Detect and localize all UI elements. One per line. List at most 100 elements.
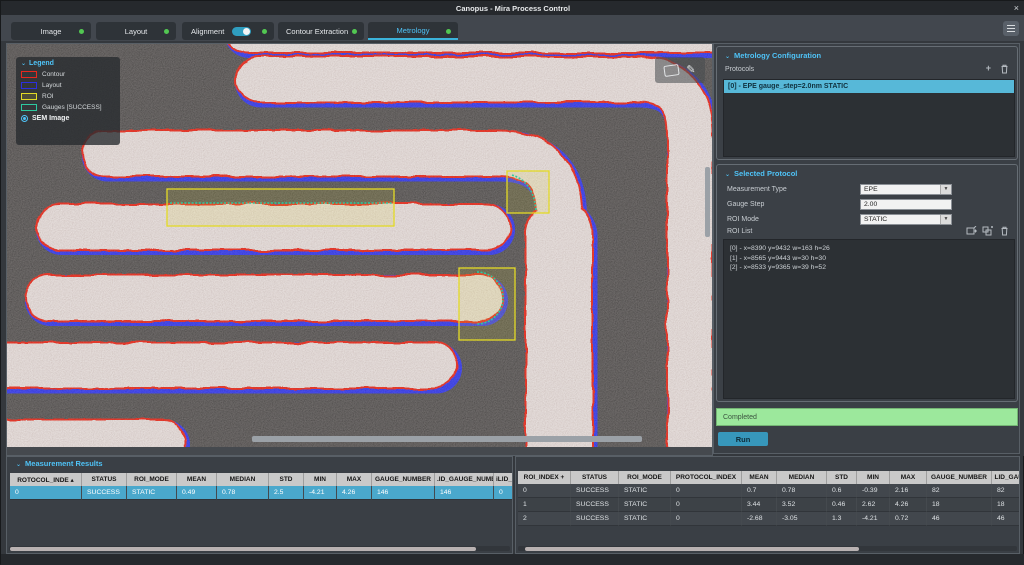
table-row[interactable]: 0 SUCCESS STATIC 0.49 0.78 2.5 -4.21 4.26 146 146… [10,486,512,500]
add-protocol-icon[interactable]: + [986,64,991,73]
toggle-knob [243,27,251,35]
selected-protocol-section: ⌄ Selected Protocol Measurement Type EPE ▼… [716,164,1018,402]
column-header[interactable]: STATUS [570,471,619,484]
column-header[interactable]: MEAN [741,471,777,484]
delete-protocol-icon[interactable] [1000,64,1009,74]
pencil-icon[interactable]: ✎ [686,64,695,76]
v-scrollbar-handle[interactable] [705,167,710,237]
measurement-results-area: ⌄ Measurement Results ROTOCOL_INDE ▴ STATU… [1,456,1024,554]
tab-image[interactable]: Image [11,22,91,40]
rect-select-icon[interactable] [663,63,681,77]
h-scrollbar-handle[interactable] [10,546,476,551]
sem-image-radio[interactable]: SEM Image [21,115,115,122]
window-title: Canopus - Mira Process Control [455,3,571,13]
roi-list-item[interactable]: [2] - x=8533 y=9365 w=39 h=52 [730,263,1014,273]
column-header[interactable]: LID_GAUGE_NUMB [991,471,1019,484]
gauge-step-row: Gauge Step 2.00 [727,198,952,210]
sem-image-viewport[interactable]: ⌄ Legend Contour Layout ROI Gauges [SUCCE… [6,43,713,456]
hamburger-menu-icon[interactable] [1003,21,1019,36]
h-scrollbar-track[interactable] [7,447,712,455]
roi-list-label: ROI List [727,228,753,235]
status-dot-green [164,29,169,34]
viewport-tools: ✎ [655,57,705,83]
gauge-step-input[interactable]: 2.00 [860,198,952,210]
column-header[interactable]: .ID_GAUGE_NUME [434,473,494,486]
column-header[interactable]: GAUGE_NUMBER [926,471,992,484]
gauge-step-label: Gauge Step [727,200,765,208]
column-header[interactable]: ROTOCOL_INDE ▴ [10,473,82,486]
column-header[interactable]: ROI_MODE [618,471,671,484]
h-scrollbar-handle[interactable] [525,546,859,551]
add-multi-roi-icon[interactable] [982,226,993,236]
tab-layout[interactable]: Layout [96,22,176,40]
status-dot-green [79,29,84,34]
add-roi-icon[interactable] [966,226,977,236]
table-row[interactable]: 2 SUCCESS STATIC 0 -2.68 -3.05 1.3 -4.21 0.72 46 4… [518,511,1019,526]
column-header[interactable]: GAUGE_NUMBER [371,473,435,486]
measurement-type-row: Measurement Type EPE ▼ [727,183,952,195]
roi-results-table: ROI_INDEX + STATUS ROI_MODE PROTOCOL_INDEX M… [518,471,1019,526]
column-header[interactable]: MEDIAN [776,471,827,484]
roi-box-1 [506,170,550,214]
protocol-results-table: ROTOCOL_INDE ▴ STATUS ROI_MODE MEAN MEDIAN ST… [10,473,512,500]
h-scrollbar-track[interactable] [518,546,1017,551]
tab-alignment[interactable]: Alignment [182,22,274,40]
config-section-title[interactable]: ⌄ Metrology Configuration [717,47,1017,60]
chevron-down-icon: ⌄ [725,54,731,60]
roi-list-item[interactable]: [0] - x=8390 y=9432 w=163 h=26 [730,244,1014,254]
legend-title[interactable]: ⌄ Legend [21,60,115,67]
tab-alignment-label: Alignment [191,26,225,36]
column-header[interactable]: iLID_GAUGE_NUM [493,473,512,486]
legend-item-gauges: Gauges [SUCCESS] [21,102,115,113]
column-header[interactable]: ROI_MODE [126,473,177,486]
metrology-config-panel: ⌄ Metrology Configuration Protocols + [0]… [713,43,1020,454]
run-button[interactable]: Run [718,432,768,446]
status-text: Completed [723,413,757,421]
column-header[interactable]: MAX [336,473,372,486]
main-area: ⌄ Legend Contour Layout ROI Gauges [SUCCE… [1,41,1024,456]
protocol-item-selected[interactable]: [0] - EPE gauge_step=2.0nm STATIC [724,80,1014,93]
column-header[interactable]: MEDIAN [216,473,269,486]
chevron-down-icon: ▼ [940,214,951,224]
chevron-down-icon: ▼ [940,184,951,194]
delete-roi-icon[interactable] [1000,226,1009,236]
roi-results-panel: ROI_INDEX + STATUS ROI_MODE PROTOCOL_INDEX M… [515,456,1020,554]
measurement-results-title[interactable]: ⌄ Measurement Results [16,459,103,468]
close-icon[interactable]: × [1014,2,1019,14]
h-scrollbar-handle[interactable] [252,436,642,442]
protocols-section: ⌄ Metrology Configuration Protocols + [0]… [716,46,1018,160]
h-scrollbar-track[interactable] [9,546,510,551]
chevron-down-icon: ⌄ [21,61,27,67]
contour-swatch-icon [21,71,37,78]
roi-mode-select[interactable]: STATIC ▼ [860,213,952,225]
bottom-strip [1,554,1024,565]
roi-mode-label: ROI Mode [727,215,759,223]
tab-metrology[interactable]: Metrology [368,22,458,40]
column-header[interactable]: STD [268,473,304,486]
roi-list[interactable]: [0] - x=8390 y=9432 w=163 h=26 [1] - x=8… [723,239,1015,399]
column-header[interactable]: ROI_INDEX + [518,471,571,484]
tab-contour-extraction-label: Contour Extraction [286,26,349,36]
layout-swatch-icon [21,82,37,89]
gauges-swatch-icon [21,104,37,111]
alignment-toggle[interactable] [232,26,252,36]
column-header[interactable]: MIN [303,473,337,486]
status-banner: Completed [716,408,1018,426]
column-header[interactable]: STD [826,471,857,484]
column-header[interactable]: MAX [889,471,927,484]
measurement-type-select[interactable]: EPE ▼ [860,183,952,195]
legend-item-layout: Layout [21,80,115,91]
column-header[interactable]: PROTOCOL_INDEX [670,471,742,484]
roi-box-0 [166,188,395,227]
selected-protocol-title[interactable]: ⌄ Selected Protocol [717,165,1017,178]
roi-list-item[interactable]: [1] - x=8565 y=9443 w=30 h=30 [730,254,1014,264]
column-header[interactable]: MIN [856,471,890,484]
table-row[interactable]: 0SUCCESSSTATIC00.70.780.6-0.392.1682820 [518,484,1019,498]
legend-overlay: ⌄ Legend Contour Layout ROI Gauges [SUCCE… [16,57,120,145]
tab-image-label: Image [40,26,62,36]
column-header[interactable]: MEAN [176,473,217,486]
column-header[interactable]: STATUS [81,473,127,486]
table-row[interactable]: 1SUCCESSSTATIC03.443.520.462.624.2618180 [518,497,1019,512]
roi-swatch-icon [21,93,37,100]
tab-contour-extraction[interactable]: Contour Extraction [278,22,364,40]
